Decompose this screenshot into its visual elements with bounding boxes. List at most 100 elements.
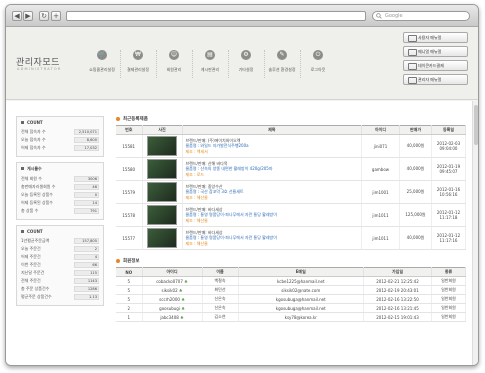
reload-button[interactable]: ↻: [39, 11, 49, 21]
cell-no: 5: [116, 294, 143, 304]
product-thumbnail[interactable]: [147, 228, 177, 248]
product-thumbnail[interactable]: [147, 182, 177, 202]
scrollbar-thumb[interactable]: [474, 105, 478, 145]
cell-email: siksik02@nate.com: [238, 285, 364, 295]
cell-date: 2012-01-19 09:45:07: [431, 157, 466, 181]
stat-label: 오늘 접속자 수: [21, 137, 46, 142]
stat-value: 46: [74, 184, 99, 190]
cell-joined: 2012-02-19 20:43:01: [363, 285, 432, 295]
table-row[interactable]: 1 jabc3408 ♣ 김소연 ksy78@korea.kr 2012-02-…: [116, 312, 466, 322]
cell-joined: 2012-02-15 19:01:43: [363, 312, 432, 322]
table-row[interactable]: 15578 브랜드/판매: 바다세상 물품명 : 통영 명품당이-파나무에서 자…: [116, 203, 466, 227]
nav-member-management[interactable]: ☺ 회원관리: [156, 50, 192, 78]
table-row[interactable]: 5 cobacko0707 ♣ 백철숙 kcbe1225@hanmail.net…: [116, 276, 466, 286]
stat-label: 오늘 등록된 상품수: [21, 192, 53, 197]
vertical-scrollbar[interactable]: [472, 101, 478, 365]
stat-value: 2,510,071: [74, 129, 99, 135]
cell-no: 15578: [116, 203, 143, 227]
nav-board-management[interactable]: ▤ 게시판관리: [192, 50, 228, 78]
nav-label: 쇼핑몰관리설정: [89, 67, 115, 72]
cell-id: goosubugi ♣: [142, 303, 203, 313]
nav-solution-settings[interactable]: ✎ 솔루션 환경설정: [264, 50, 300, 78]
back-button[interactable]: ◀: [12, 11, 22, 21]
recent-products-title: 최근등록제품: [116, 116, 466, 122]
table-row[interactable]: 15580 브랜드/판매: 산해 바다목 물품명 : 산속의 양종 내면한 활레…: [116, 157, 466, 181]
recent-products-table: 번호 사진 제목 아이디 판매가 등록일 15581 브랜드/판매: (주)에이…: [116, 125, 466, 250]
table-row[interactable]: 2 goosubugi ♣ 신은숙 kgosubuga@hanmail.net …: [116, 303, 466, 313]
brand-subtitle: ADMINISTRATOR: [17, 67, 62, 71]
cell-title: 브랜드/판매: 산해 바다목 물품명 : 산속의 양종 내면한 활레방이 420…: [182, 157, 362, 181]
stat-label: 오늘 주문건: [21, 246, 41, 251]
nav-label: 회원관리: [166, 67, 182, 72]
col-header: 이름: [202, 267, 239, 277]
stat-value: 1.13: [74, 294, 99, 300]
nav-other-settings[interactable]: ⚙ 기타설정: [228, 50, 264, 78]
search-input[interactable]: Google: [372, 11, 470, 21]
cell-title: 브랜드/판매: 바다세상 물품명 : 통영 명품당이-파나무에서 자란 통당 활…: [182, 226, 362, 250]
table-row[interactable]: 5 sccrh2000 ♣ 신은숙 kgosubuga@hanmail.net …: [116, 294, 466, 304]
nav-label: 결제관리설정: [126, 67, 150, 72]
cell-no: 15581: [116, 134, 143, 158]
product-thumbnail[interactable]: [147, 205, 177, 225]
user-manual-button[interactable]: 사용자 메뉴얼: [403, 32, 468, 43]
table-row[interactable]: 15581 브랜드/판매: (주)에이치와이오렉 물품명 : 와일드 자가발전식…: [116, 134, 466, 158]
cell-id: cobacko0707 ♣: [142, 276, 203, 286]
member-id[interactable]: siksik02: [162, 288, 178, 293]
cart-icon: 🛒: [97, 50, 107, 60]
member-leaf-icon: ♣: [180, 314, 184, 320]
stat-label: 어제 주문건: [21, 254, 41, 259]
stat-row: 1년평균주문금액 157,805: [21, 237, 99, 245]
member-id[interactable]: cobacko0707: [156, 279, 183, 284]
member-leaf-icon: ♣: [178, 287, 183, 293]
stat-label: 전체 주문건: [21, 278, 41, 283]
manual-button[interactable]: 메니얼 메뉴얼: [403, 46, 468, 57]
cell-title: 브랜드/판매: 중앙수산 물품명 : 국산 참꼬막 3호 선물세트 제조 : 해…: [182, 180, 362, 204]
members-title: 회원정보: [116, 258, 466, 264]
product-thumbnail[interactable]: [147, 136, 177, 156]
nav-shop-settings[interactable]: 🛒 쇼핑몰관리설정: [84, 50, 120, 73]
card-payment-button[interactable]: 데이콘카드결제: [403, 60, 468, 71]
quick-links: 사용자 메뉴얼 메니얼 메뉴얼 데이콘카드결제 관리자 메뉴얼: [403, 32, 468, 88]
table-row[interactable]: 15577 브랜드/판매: 바다세상 물품명 : 통영 명품당이-파나무에서 자…: [116, 226, 466, 250]
nav-payment-settings[interactable]: ₩ 결제관리설정: [120, 50, 156, 78]
stat-row: 총 상품 수 791: [21, 207, 99, 215]
member-id[interactable]: jabc3408: [160, 315, 178, 320]
cell-no: 15577: [116, 226, 143, 250]
stat-value: 14: [74, 200, 99, 206]
col-header: 사진: [142, 125, 183, 135]
product-thumbnail[interactable]: [147, 159, 177, 179]
forward-button[interactable]: ▶: [23, 11, 33, 21]
nav-logout[interactable]: ⏻ 로그아웃: [300, 50, 336, 78]
cell-photo: [142, 157, 183, 181]
cell-id: jini071: [361, 134, 400, 158]
member-id[interactable]: sccrh2000: [159, 297, 180, 302]
stat-label: 총 상품 수: [21, 208, 39, 213]
cell-photo: [142, 203, 183, 227]
add-tab-button[interactable]: +: [51, 11, 61, 21]
stat-row: 어제 등록된 상품수 14: [21, 199, 99, 207]
members-table: NO 아이디 이름 E메일 가입일 종류 5 cobacko0707 ♣ 백철숙…: [116, 267, 466, 322]
tools-icon: ✎: [277, 50, 287, 60]
box-title: COUNT: [21, 120, 99, 125]
stat-row: 지난달 주문건 115: [21, 269, 99, 277]
cell-price: 40,000원: [399, 134, 432, 158]
admin-manual-button[interactable]: 관리자 메뉴얼: [403, 74, 468, 85]
stat-value: 0: [74, 192, 99, 198]
stat-label: 전체 회원 수: [21, 176, 42, 181]
col-header: 제목: [182, 125, 362, 135]
stat-value: 17,032: [74, 145, 99, 151]
cell-no: 15579: [116, 180, 143, 204]
search-icon: [376, 13, 382, 19]
table-row[interactable]: 15579 브랜드/판매: 중앙수산 물품명 : 국산 참꼬막 3호 선물세트 …: [116, 180, 466, 204]
table-row[interactable]: 5 siksik02 ♣ 최민선 siksik02@nate.com 2012-…: [116, 285, 466, 295]
cell-date: 2012-01-12 11:17:16: [431, 226, 466, 250]
cell-type: 일반회원: [431, 312, 466, 322]
cell-no: 5: [116, 276, 143, 286]
cell-id: gambow: [361, 157, 400, 181]
logout-icon: ⏻: [313, 50, 323, 60]
member-id[interactable]: goosubugi: [159, 306, 180, 311]
product-category: 제조 : 해산물: [185, 217, 208, 223]
cell-name: 김소연: [202, 312, 239, 322]
cell-title: 브랜드/판매: (주)에이치와이오렉 물품명 : 와일드 자가발전식주행200a…: [182, 134, 362, 158]
address-bar[interactable]: [66, 11, 366, 21]
